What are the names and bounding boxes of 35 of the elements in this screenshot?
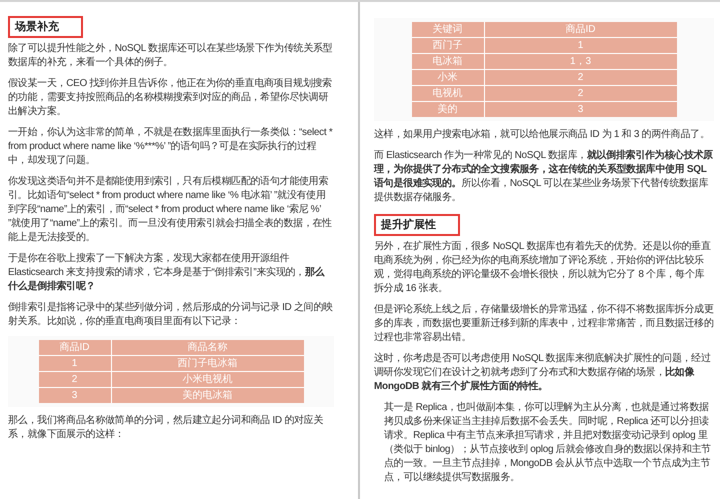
table-cell: 美的 (412, 102, 484, 117)
paragraph: 你发现这类语句并不是都能使用到索引，只有后模糊匹配的语句才能使用索引。比如语句“select * from product where name like ‘% 电冰箱’ ”就没有使用到字段“name”上的索引，而“select * from product where name like ‘索尼 %’ ”就使用了“name”上的索引。而一旦没有使用索引就会扫描全表的数据，在性能上是无法接受的。 (8, 175, 333, 245)
paragraph: 于是你在谷歌上搜索了一下解决方案，发现大家都在使用开源组件 Elasticsearch 来支持搜索的请求，它本身是基于“倒排索引”来实现的，那么什么是倒排索引呢？ (8, 252, 326, 294)
table-cell: 1 (484, 38, 676, 53)
table-cell: 小米 (412, 70, 484, 85)
table-cell: 1 (38, 356, 110, 371)
table-cell: 2 (484, 70, 676, 85)
section-heading: 提升扩展性 (374, 214, 460, 236)
table-cell: 美的电冰箱 (112, 388, 304, 403)
table-header-cell: 商品名称 (112, 340, 304, 355)
table-cell: 电视机 (412, 86, 484, 101)
section-heading: 场景补充 (8, 16, 83, 38)
table-cell: 2 (484, 86, 676, 101)
paragraph: 这时，你考虑是否可以考虑使用 NoSQL 数据库来彻底解决扩展性的问题，经过调研你发现它们在设计之初就考虑到了分布式和大数据存储的场景，比如像 MongoDB 就有三个扩展性方面的特性。 (374, 352, 712, 394)
paragraph: 除了可以提升性能之外，NoSQL 数据库还可以在某些场景下作为传统关系型数据库的补充，来看一个具体的例子。 (8, 42, 334, 70)
paragraph: 但是评论系统上线之后，存储量级增长的异常迅猛，你不得不将数据库拆分成更多的库表，而数据也要重新迁移到新的库表中，过程非常痛苦，而且数据迁移的过程也非常容易出错。 (374, 303, 714, 345)
table-cell: 1，3 (484, 54, 676, 69)
table-cell: 2 (38, 372, 110, 387)
paragraph: 另外，在扩展性方面，很多 NoSQL 数据库也有着先天的优势。还是以你的垂直电商系统为例，你已经为你的电商系统增加了评论系统，开始你的评估比较乐观，觉得电商系统的评论量级不会增长很快，所以就为它分了 8 个库，每个库拆分成 16 张表。 (374, 240, 712, 296)
table-header-cell: 商品ID (38, 340, 110, 355)
paragraph: 一开始，你认为这非常的简单，不就是在数据库里面执行一条类似：“select * from product where name like ‘%***%’ ”的语句吗？可是在实际执行的过程中，却发现了问题。 (8, 126, 334, 168)
table-cell: 电冰箱 (412, 54, 484, 69)
indented-paragraph: 其一是 Replica，也叫做副本集，你可以理解为主从分离，也就是通过将数据拷贝成多份来保证当主挂掉后数据不会丢失。同时呢，Replica 还可以分担读请求。Replica 中有主节点来承担写请求，并且把对数据变动记录到 oplog 里（类似于 binlog）；从节点接收到 oplog 后就会修改自身的数据以保持和主节点的一致。一旦主节点挂掉，MongoDB 会从从节点中选取一个节点成为主节点，可以继续提供写数据服务。 (383, 401, 712, 485)
table-header-cell: 关键词 (412, 22, 484, 37)
paragraph: 而 Elasticsearch 作为一种常见的 NoSQL 数据库，就以倒排索引作为核心技术原理，为你提供了分布式的全文搜索服务，这在传统的关系型数据库中使用 SQL 语句是很难实现的。所以你看，NoSQL 可以在某些业务场景下代替传统数据库提供数据存储服务。 (374, 149, 714, 205)
paragraph: 倒排索引是指将记录中的某些列做分词，然后形成的分词与记录 ID 之间的映射关系。比如说，你的垂直电商项目里面有以下记录： (8, 301, 334, 329)
table-header-cell: 商品ID (484, 22, 676, 37)
table-cell: 3 (38, 388, 110, 403)
paragraph: 那么，我们将商品名称做简单的分词，然后建立起分词和商品 ID 的对应关系，就像下面展示的这样： (8, 414, 324, 442)
table-cell: 西门子 (412, 38, 484, 53)
table-cell: 西门子电冰箱 (112, 356, 304, 371)
paragraph: 假设某一天，CEO 找到你并且告诉你，他正在为你的垂直电商项目规划搜索的功能，需要支持按照商品的名称模糊搜索到对应的商品，希望你尽快调研出解决方案。 (8, 77, 333, 119)
paragraph: 这样，如果用户搜索电冰箱，就可以给他展示商品 ID 为 1 和 3 的两件商品了。 (374, 128, 710, 142)
table-cell: 3 (484, 102, 676, 117)
table-cell: 小米电视机 (112, 372, 304, 387)
